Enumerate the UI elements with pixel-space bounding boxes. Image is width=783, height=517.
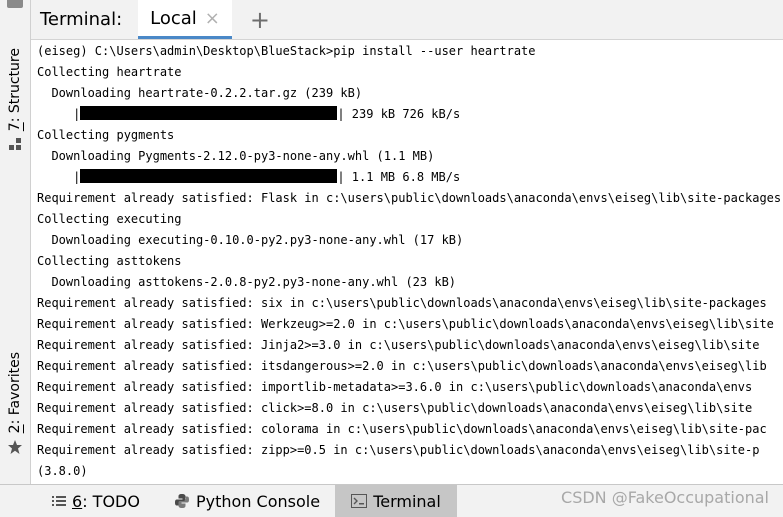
python-console-tab-label: Python Console	[196, 491, 321, 511]
progress-bar	[80, 106, 338, 120]
close-icon[interactable]: ×	[205, 8, 220, 29]
left-tool-strip: 7: Structure 2: Favorites	[0, 0, 31, 484]
tab-local-label: Local	[150, 7, 197, 29]
terminal-tab-header: Terminal: Local × +	[31, 0, 783, 40]
terminal-line: Requirement already satisfied: colorama …	[37, 422, 767, 436]
favorites-tab-text: : Favorites	[7, 352, 23, 425]
terminal-title: Terminal:	[40, 9, 123, 30]
bottom-tool-bar: 6: TODO Python Console Terminal CSDN @Fa…	[0, 484, 783, 517]
progress-bar	[80, 169, 338, 183]
favorites-tab-label: 2: Favorites	[0, 352, 30, 433]
watermark-text: CSDN @FakeOccupational	[561, 488, 769, 507]
structure-tab-key: 7	[7, 122, 23, 132]
terminal-line: Collecting asttokens	[37, 254, 182, 268]
add-tab-icon[interactable]: +	[250, 8, 270, 32]
progress-prefix: |	[37, 170, 81, 184]
terminal-line: Downloading executing-0.10.0-py2.py3-non…	[37, 233, 464, 247]
terminal-output[interactable]: (eiseg) C:\Users\admin\Desktop\BlueStack…	[37, 41, 783, 483]
terminal-line: (3.8.0)	[37, 464, 88, 478]
terminal-line: Requirement already satisfied: Flask in …	[37, 191, 782, 205]
todo-tab-label: : TODO	[82, 491, 140, 511]
favorites-tab-key: 2	[7, 424, 23, 434]
terminal-line: Requirement already satisfied: importlib…	[37, 380, 753, 394]
terminal-line: Requirement already satisfied: Werkzeug>…	[37, 317, 774, 331]
top-folder-icon[interactable]	[7, 0, 23, 8]
terminal-line: Downloading asttokens-2.0.8-py2.py3-none…	[37, 275, 457, 289]
star-icon	[8, 440, 22, 455]
terminal-line: Collecting executing	[37, 212, 182, 226]
progress-suffix: | 1.1 MB 6.8 MB/s	[337, 170, 461, 184]
terminal-line: Requirement already satisfied: Jinja2>=3…	[37, 338, 760, 352]
terminal-line: (eiseg) C:\Users\admin\Desktop\BlueStack…	[37, 44, 536, 58]
terminal-tab-label: Terminal	[373, 491, 441, 511]
terminal-progress-line: | | 1.1 MB 6.8 MB/s	[37, 167, 783, 188]
structure-icon	[9, 138, 21, 151]
terminal-progress-line: | | 239 kB 726 kB/s	[37, 104, 783, 125]
structure-tab-label: 7: Structure	[0, 48, 30, 131]
structure-tab-text: : Structure	[7, 48, 23, 123]
terminal-line: Downloading Pygments-2.12.0-py3-none-any…	[37, 149, 435, 163]
terminal-line: Requirement already satisfied: zipp>=0.5…	[37, 443, 760, 457]
structure-tab[interactable]: 7: Structure	[0, 48, 30, 151]
progress-suffix: | 239 kB 726 kB/s	[337, 107, 461, 121]
terminal-line: Collecting heartrate	[37, 65, 182, 79]
terminal-line: Requirement already satisfied: click>=8.…	[37, 401, 753, 415]
python-console-tab[interactable]: Python Console	[174, 485, 320, 517]
python-icon	[174, 493, 190, 509]
terminal-line: Collecting pygments	[37, 128, 175, 142]
terminal-tab[interactable]: Terminal	[335, 485, 457, 517]
progress-prefix: |	[37, 107, 81, 121]
terminal-icon	[351, 494, 368, 508]
terminal-line: Requirement already satisfied: itsdanger…	[37, 359, 767, 373]
favorites-tab[interactable]: 2: Favorites	[0, 352, 30, 455]
terminal-line: Requirement already satisfied: six in c:…	[37, 296, 767, 310]
tab-local[interactable]: Local ×	[138, 0, 232, 39]
terminal-line: Downloading heartrate-0.2.2.tar.gz (239 …	[37, 86, 363, 100]
todo-tab-key: 6	[72, 491, 83, 511]
list-icon	[52, 495, 66, 507]
todo-tab[interactable]: 6: TODO	[52, 485, 140, 517]
